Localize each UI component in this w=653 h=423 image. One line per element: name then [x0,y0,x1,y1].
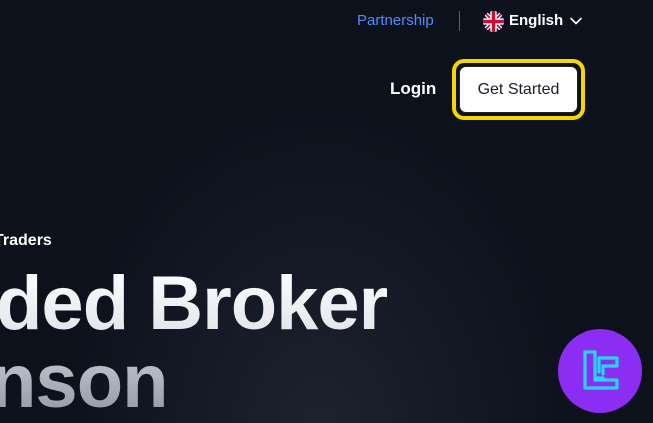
tc-logo-icon [583,350,619,390]
partnership-link[interactable]: Partnership [357,12,434,30]
hero-headline: ded Broker nson [0,265,388,421]
nav-divider [459,11,460,31]
hero-headline-line1: ded Broker [0,265,388,343]
tc-logo-badge [558,329,642,413]
hero-headline-line2: nson [0,343,387,421]
login-link[interactable]: Login [390,79,436,99]
language-label: English [509,12,564,29]
top-nav: Partnership English [0,0,653,44]
language-selector[interactable]: English [483,10,583,32]
uk-flag-icon [483,10,504,32]
chevron-down-icon [569,14,583,28]
get-started-button[interactable]: Get Started [459,66,578,113]
hero-eyebrow: Traders [0,232,52,249]
page: Partnership English Login Get Started ra… [0,0,653,423]
